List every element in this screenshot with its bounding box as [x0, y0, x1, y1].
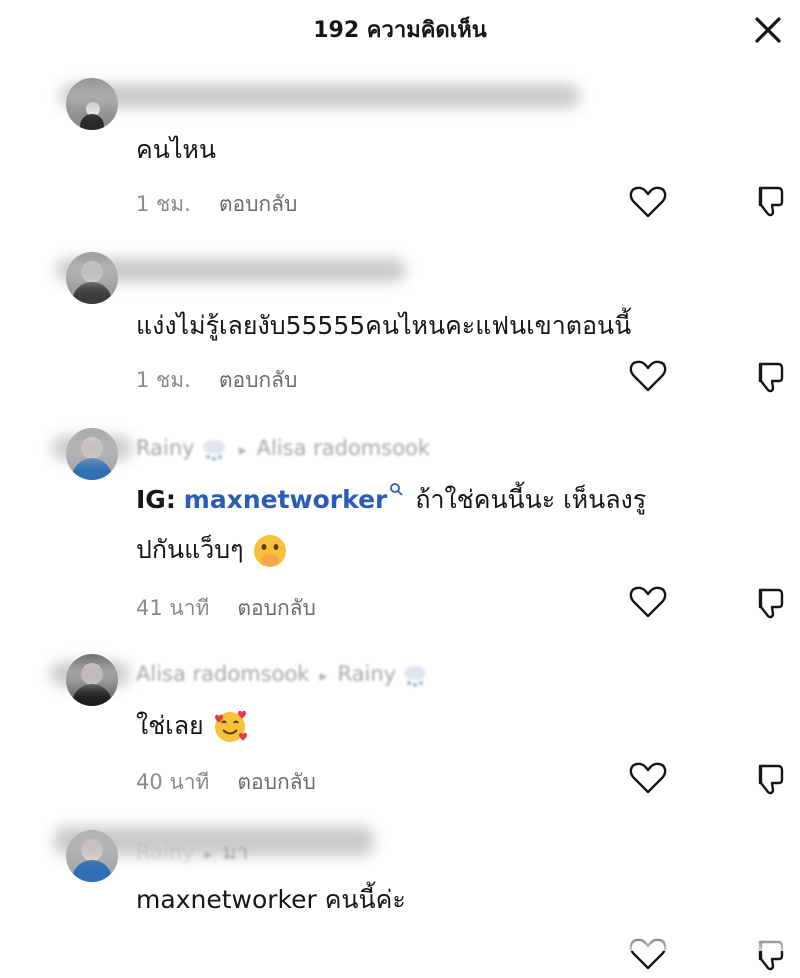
comment-time: 41 นาที	[136, 596, 210, 620]
comments-count-title: 192 ความคิดเห็น	[313, 18, 487, 43]
close-icon	[755, 17, 781, 43]
comment-time: 1 ชม.	[136, 192, 191, 216]
snow-cloud-icon	[202, 440, 225, 461]
heart-outline-icon	[629, 360, 667, 392]
dislike-button[interactable]	[750, 182, 788, 220]
thumbs-down-outline-icon	[758, 186, 784, 217]
like-button[interactable]	[628, 760, 668, 796]
close-button[interactable]	[748, 10, 788, 50]
heart-outline-icon	[629, 586, 667, 618]
author-name-redacted	[52, 436, 132, 460]
comment-time: 1 ชม.	[136, 368, 191, 392]
reply-to-name[interactable]: มา	[223, 840, 249, 864]
snow-cloud-icon	[404, 666, 427, 687]
smiling-face-with-hearts-emoji	[214, 710, 247, 742]
author-name-redacted	[60, 84, 580, 108]
comment-text-line2: ปกันแว็บๆ	[136, 535, 244, 564]
comment-time: 40 นาที	[136, 770, 210, 794]
comment-text: ใช่เลย	[136, 711, 204, 740]
hand-over-mouth-emoji	[253, 535, 286, 567]
comment-body: แง่งไม่รู้เลยงับ55555คนไหนคะแฟนเขาตอนนี้	[136, 311, 632, 340]
dislike-button[interactable]	[750, 760, 788, 798]
author-name[interactable]: Alisa radomsook	[136, 662, 309, 686]
scroll-fade	[0, 920, 800, 951]
comment-body: คนไหน	[136, 135, 216, 164]
reply-button[interactable]: ตอบกลับ	[237, 770, 316, 794]
search-icon	[390, 483, 404, 496]
reply-button[interactable]: ตอบกลับ	[219, 368, 298, 392]
reply-to-name[interactable]: Alisa radomsook	[257, 436, 430, 460]
author-line: Alisa radomsook ▸ Rainy	[136, 662, 430, 688]
comment-meta: 40 นาที ตอบกลับ	[136, 766, 316, 799]
author-line: Rainy ▸ มา	[136, 840, 249, 864]
dislike-button[interactable]	[750, 584, 788, 622]
reply-button[interactable]: ตอบกลับ	[237, 596, 316, 620]
like-button[interactable]	[628, 184, 668, 220]
author-line: Rainy ▸ Alisa radomsook	[136, 436, 431, 461]
comment-meta: 41 นาที ตอบกลับ	[136, 592, 316, 625]
heart-outline-icon	[629, 762, 667, 794]
mention-link[interactable]: maxnetworker	[184, 485, 388, 514]
ig-prefix: IG:	[136, 485, 176, 514]
thumbs-down-outline-icon	[758, 764, 784, 795]
like-button[interactable]	[628, 358, 668, 394]
author-name[interactable]: Rainy	[136, 840, 195, 864]
comment-body: ใช่เลย	[136, 704, 248, 748]
comment-body: IG: maxnetworker ถ้าใช่คนนี้นะ เห็นลงรู	[136, 478, 646, 522]
thumbs-down-outline-icon	[758, 588, 784, 619]
comment-body-line2: ปกันแว็บๆ	[136, 528, 288, 572]
comment-meta: 1 ชม. ตอบกลับ	[136, 364, 297, 397]
comment-text-line1: ถ้าใช่คนนี้นะ เห็นลงรู	[415, 485, 647, 514]
reply-button[interactable]: ตอบกลับ	[219, 192, 298, 216]
like-button[interactable]	[628, 584, 668, 620]
dislike-button[interactable]	[750, 358, 788, 396]
reply-to-name[interactable]: Rainy	[338, 662, 397, 686]
comment-body: maxnetworker คนนี้ค่ะ	[136, 885, 406, 914]
comments-header: 192 ความคิดเห็น	[0, 0, 800, 58]
author-name-redacted	[56, 258, 406, 282]
comment-meta: 1 ชม. ตอบกลับ	[136, 188, 297, 221]
heart-outline-icon	[629, 186, 667, 218]
author-name[interactable]: Rainy	[136, 436, 195, 460]
author-name-redacted	[50, 662, 130, 686]
thumbs-down-outline-icon	[758, 362, 784, 393]
